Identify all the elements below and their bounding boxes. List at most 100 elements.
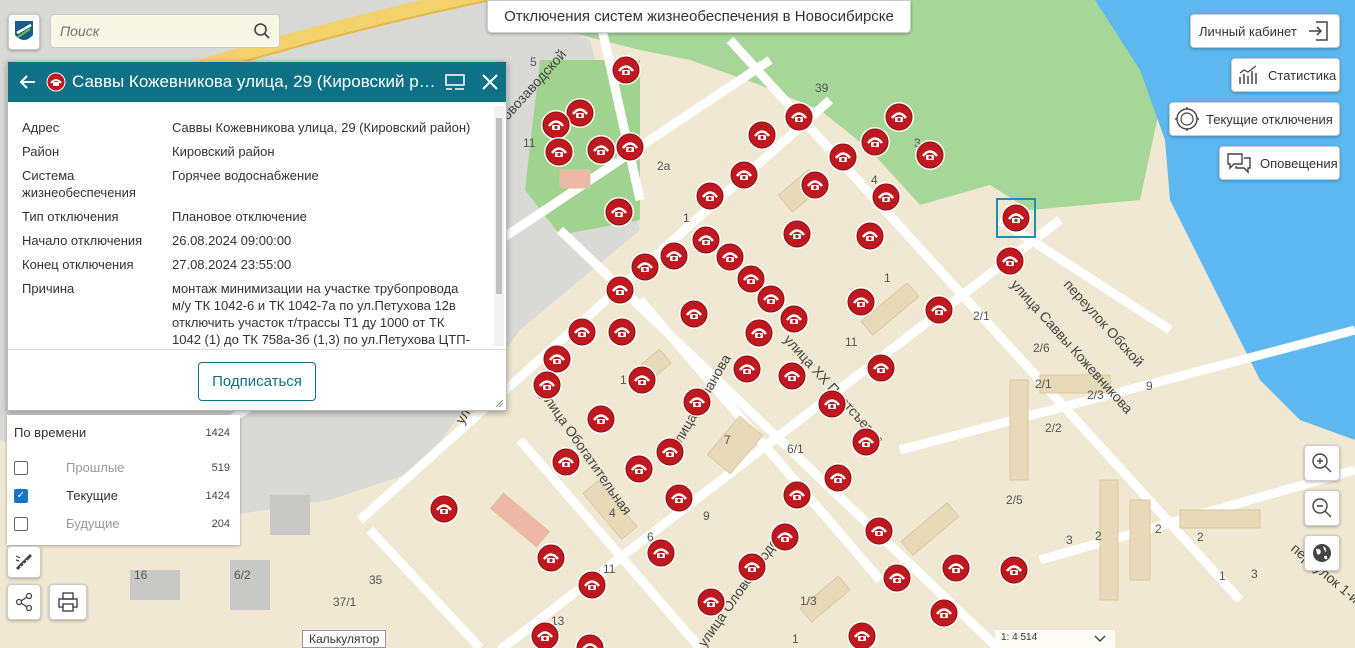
- outage-marker[interactable]: [884, 102, 914, 132]
- outage-marker[interactable]: [777, 361, 807, 391]
- resize-handle-icon[interactable]: [494, 398, 504, 408]
- outage-marker[interactable]: [586, 135, 616, 165]
- outage-marker[interactable]: [551, 447, 581, 477]
- outage-marker[interactable]: [429, 494, 459, 524]
- print-button[interactable]: [49, 584, 87, 620]
- detail-row: Система жизнеобеспечения Горячее водоснаб…: [22, 168, 319, 200]
- outage-marker[interactable]: [646, 538, 676, 568]
- outage-marker[interactable]: [855, 221, 885, 251]
- outage-marker[interactable]: [536, 543, 566, 573]
- outage-marker[interactable]: [542, 344, 572, 374]
- outage-marker[interactable]: [567, 317, 597, 347]
- zoom-out-icon: [1312, 498, 1332, 518]
- outage-marker[interactable]: [915, 140, 945, 170]
- outage-marker[interactable]: [779, 304, 809, 334]
- outage-marker[interactable]: [770, 522, 800, 552]
- search-input[interactable]: [51, 22, 242, 40]
- outage-marker[interactable]: [577, 570, 607, 600]
- outage-marker[interactable]: [682, 387, 712, 417]
- statistics-button[interactable]: Статистика: [1231, 58, 1340, 92]
- outage-marker[interactable]: [846, 287, 876, 317]
- outage-marker[interactable]: [695, 181, 725, 211]
- house-number: 4: [871, 173, 878, 187]
- outage-marker[interactable]: [800, 170, 830, 200]
- outage-marker[interactable]: [782, 480, 812, 510]
- house-number: 39: [815, 81, 829, 95]
- house-number: 7: [724, 433, 731, 447]
- hot-water-marker-icon: [46, 72, 66, 92]
- outage-marker[interactable]: [941, 553, 971, 583]
- outage-marker[interactable]: [864, 516, 894, 546]
- outage-marker[interactable]: [715, 242, 745, 272]
- checkbox[interactable]: [14, 460, 28, 475]
- close-icon[interactable]: [480, 72, 500, 92]
- outage-marker[interactable]: [732, 354, 762, 384]
- outage-marker[interactable]: [860, 127, 890, 157]
- outage-marker[interactable]: [679, 299, 709, 329]
- account-button[interactable]: Личный кабинет: [1190, 14, 1340, 48]
- outage-marker[interactable]: [1001, 203, 1031, 233]
- outage-marker[interactable]: [627, 365, 657, 395]
- share-button[interactable]: [7, 584, 41, 620]
- outage-marker[interactable]: [929, 598, 959, 628]
- chevron-down-icon[interactable]: [1093, 634, 1107, 644]
- outage-marker[interactable]: [729, 160, 759, 190]
- outage-marker[interactable]: [664, 483, 694, 513]
- outage-marker[interactable]: [995, 246, 1025, 276]
- globe-icon: [1313, 544, 1331, 562]
- outage-marker[interactable]: [605, 275, 635, 305]
- filter-option-current[interactable]: ✓ Текущие 1424: [14, 488, 230, 503]
- outage-marker[interactable]: [999, 555, 1029, 585]
- outage-marker[interactable]: [817, 389, 847, 419]
- outage-marker[interactable]: [630, 252, 660, 282]
- basemap-button[interactable]: [1304, 535, 1340, 571]
- current-outages-button[interactable]: Текущие отключения: [1169, 102, 1340, 136]
- outage-marker[interactable]: [756, 284, 786, 314]
- outage-marker[interactable]: [532, 370, 562, 400]
- outage-marker[interactable]: [851, 427, 881, 457]
- zoom-out-button[interactable]: [1304, 490, 1340, 526]
- outage-marker[interactable]: [696, 587, 726, 617]
- outage-marker[interactable]: [615, 132, 645, 162]
- filter-label: Прошлые: [66, 460, 125, 475]
- outage-marker[interactable]: [747, 120, 777, 150]
- layout-icon[interactable]: [444, 72, 466, 92]
- outage-marker[interactable]: [586, 404, 616, 434]
- measure-button[interactable]: [7, 546, 41, 578]
- outage-marker[interactable]: [882, 563, 912, 593]
- outage-marker[interactable]: [655, 437, 685, 467]
- checkbox-checked[interactable]: ✓: [14, 488, 28, 503]
- outage-marker[interactable]: [823, 463, 853, 493]
- outage-marker[interactable]: [744, 318, 774, 348]
- outage-marker[interactable]: [544, 137, 574, 167]
- outage-marker[interactable]: [866, 353, 896, 383]
- outage-marker[interactable]: [737, 552, 767, 582]
- outage-marker[interactable]: [659, 241, 689, 271]
- house-number: 4: [609, 506, 616, 520]
- outage-marker[interactable]: [541, 110, 571, 140]
- filter-option-past[interactable]: Прошлые 519: [14, 460, 230, 475]
- outage-marker[interactable]: [782, 219, 812, 249]
- house-number: 11: [603, 562, 616, 576]
- outage-marker[interactable]: [828, 142, 858, 172]
- outage-marker[interactable]: [784, 102, 814, 132]
- popup-scrollbar[interactable]: [494, 106, 504, 346]
- outage-marker[interactable]: [607, 317, 637, 347]
- alerts-button[interactable]: Оповещения: [1219, 146, 1340, 180]
- popup-header: Саввы Кожевникова улица, 29 (Кировский р…: [8, 62, 506, 102]
- outage-marker[interactable]: [924, 295, 954, 325]
- zoom-in-button[interactable]: [1304, 445, 1340, 481]
- outage-marker[interactable]: [871, 182, 901, 212]
- filter-option-future[interactable]: Будущие 204: [14, 516, 230, 531]
- page-title: Отключения систем жизнеобеспечения в Нов…: [487, 0, 911, 33]
- outage-marker[interactable]: [611, 55, 641, 85]
- house-number: 9: [703, 509, 710, 523]
- search-icon[interactable]: [253, 22, 271, 40]
- checkbox[interactable]: [14, 516, 28, 531]
- city-logo[interactable]: [8, 14, 40, 50]
- outage-marker[interactable]: [624, 454, 654, 484]
- back-arrow-icon[interactable]: [18, 72, 38, 92]
- outage-marker[interactable]: [604, 197, 634, 227]
- calculator-button[interactable]: Калькулятор: [302, 630, 387, 648]
- subscribe-button[interactable]: Подписаться: [198, 361, 316, 401]
